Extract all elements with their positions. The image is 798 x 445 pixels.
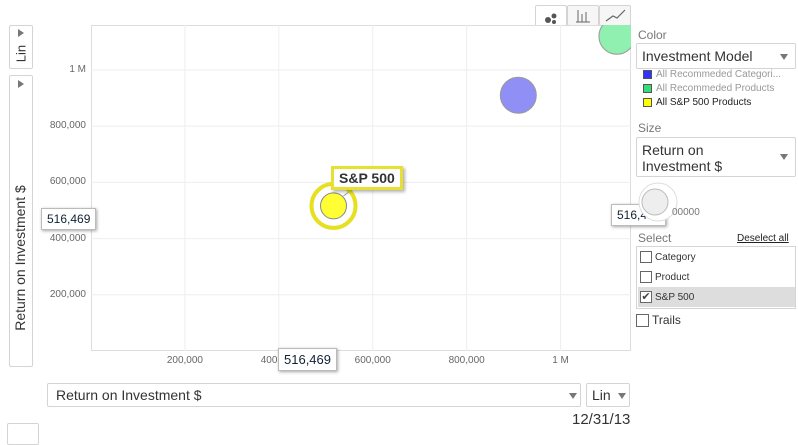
y-scale-select[interactable]: Lin <box>9 25 33 69</box>
select-item[interactable]: Product <box>638 267 795 287</box>
x-axis-select[interactable]: Return on Investment $ <box>47 383 581 407</box>
color-legend-item[interactable]: All Recommeded Products <box>643 83 774 94</box>
legend-label: All Recommeded Products <box>656 83 775 94</box>
view-tab-line[interactable] <box>599 5 631 26</box>
y-scale-label: Lin <box>13 44 29 63</box>
size-scale-value: 00000 <box>672 207 700 218</box>
selected-point-tooltip: S&P 500 <box>331 166 403 190</box>
y-tick-label: 800,000 <box>49 120 86 132</box>
bar-view-icon <box>576 10 590 23</box>
select-item-label: S&P 500 <box>655 291 695 303</box>
y-value-box: 516,469 <box>41 208 97 230</box>
size-section-title: Size <box>638 121 662 135</box>
x-tick-label: 600,000 <box>354 355 391 366</box>
select-item-label: Product <box>655 271 690 283</box>
legend-swatch <box>643 84 652 93</box>
chevron-down-icon <box>569 393 577 399</box>
y-tick-label: 400,000 <box>49 232 86 244</box>
bubble-s-p-500[interactable] <box>320 192 348 220</box>
select-item-checkbox[interactable]: ✔ <box>640 291 652 303</box>
legend-label: All S&P 500 Products <box>656 97 752 108</box>
size-select-value: Return on Investment $ <box>642 142 723 174</box>
x-scale-label: Lin <box>592 387 611 403</box>
color-legend-item[interactable]: All S&P 500 Products <box>643 97 751 108</box>
chevron-down-icon <box>780 154 788 160</box>
y-tick-label: 200,000 <box>49 288 86 300</box>
x-scale-select[interactable]: Lin <box>586 383 630 407</box>
chevron-down-icon <box>18 80 24 88</box>
deselect-all-link[interactable]: Deselect all <box>737 233 789 244</box>
x-tick-label: 800,000 <box>448 355 485 366</box>
view-tab-bar[interactable] <box>567 5 599 26</box>
legend-swatch <box>643 70 652 79</box>
bubble-all-recommeded-categories[interactable] <box>499 76 537 114</box>
y-axis-select[interactable]: Return on Investment $ <box>9 75 33 367</box>
color-section-title: Color <box>638 28 667 42</box>
view-tab-bubble[interactable] <box>535 5 567 26</box>
color-select[interactable]: Investment Model <box>636 43 796 69</box>
color-select-value: Investment Model <box>642 48 753 64</box>
legend-swatch <box>643 98 652 107</box>
x-value-box: 516,469 <box>278 348 337 371</box>
chevron-down-icon <box>618 393 626 399</box>
legend-label: All Recommeded Categori... <box>656 69 782 80</box>
select-item-label: Category <box>655 251 696 263</box>
select-item-checkbox[interactable] <box>640 251 652 263</box>
y-axis-label: Return on Investment $ <box>12 185 28 331</box>
x-tick-label: 200,000 <box>166 355 203 366</box>
size-select[interactable]: Return on Investment $ <box>636 137 796 177</box>
x-axis-label: Return on Investment $ <box>56 387 202 403</box>
select-item-checkbox[interactable] <box>640 271 652 283</box>
select-section-title: Select <box>638 231 672 245</box>
chevron-down-icon <box>780 54 788 60</box>
bubble-view-icon <box>545 13 557 24</box>
x-tick-label: 1 M <box>552 355 569 366</box>
y-tick-label: 1 M <box>69 63 86 75</box>
date-label: 12/31/13 <box>572 411 631 428</box>
color-legend-item[interactable]: All Recommeded Categori... <box>643 69 781 80</box>
select-item[interactable]: ✔ S&P 500 <box>638 287 795 307</box>
select-item[interactable]: Category <box>638 247 795 267</box>
trails-checkbox[interactable] <box>636 314 649 327</box>
line-view-icon <box>605 9 626 22</box>
y-tick-label: 600,000 <box>49 176 86 188</box>
play-button[interactable] <box>7 423 39 445</box>
trails-label: Trails <box>652 313 681 327</box>
